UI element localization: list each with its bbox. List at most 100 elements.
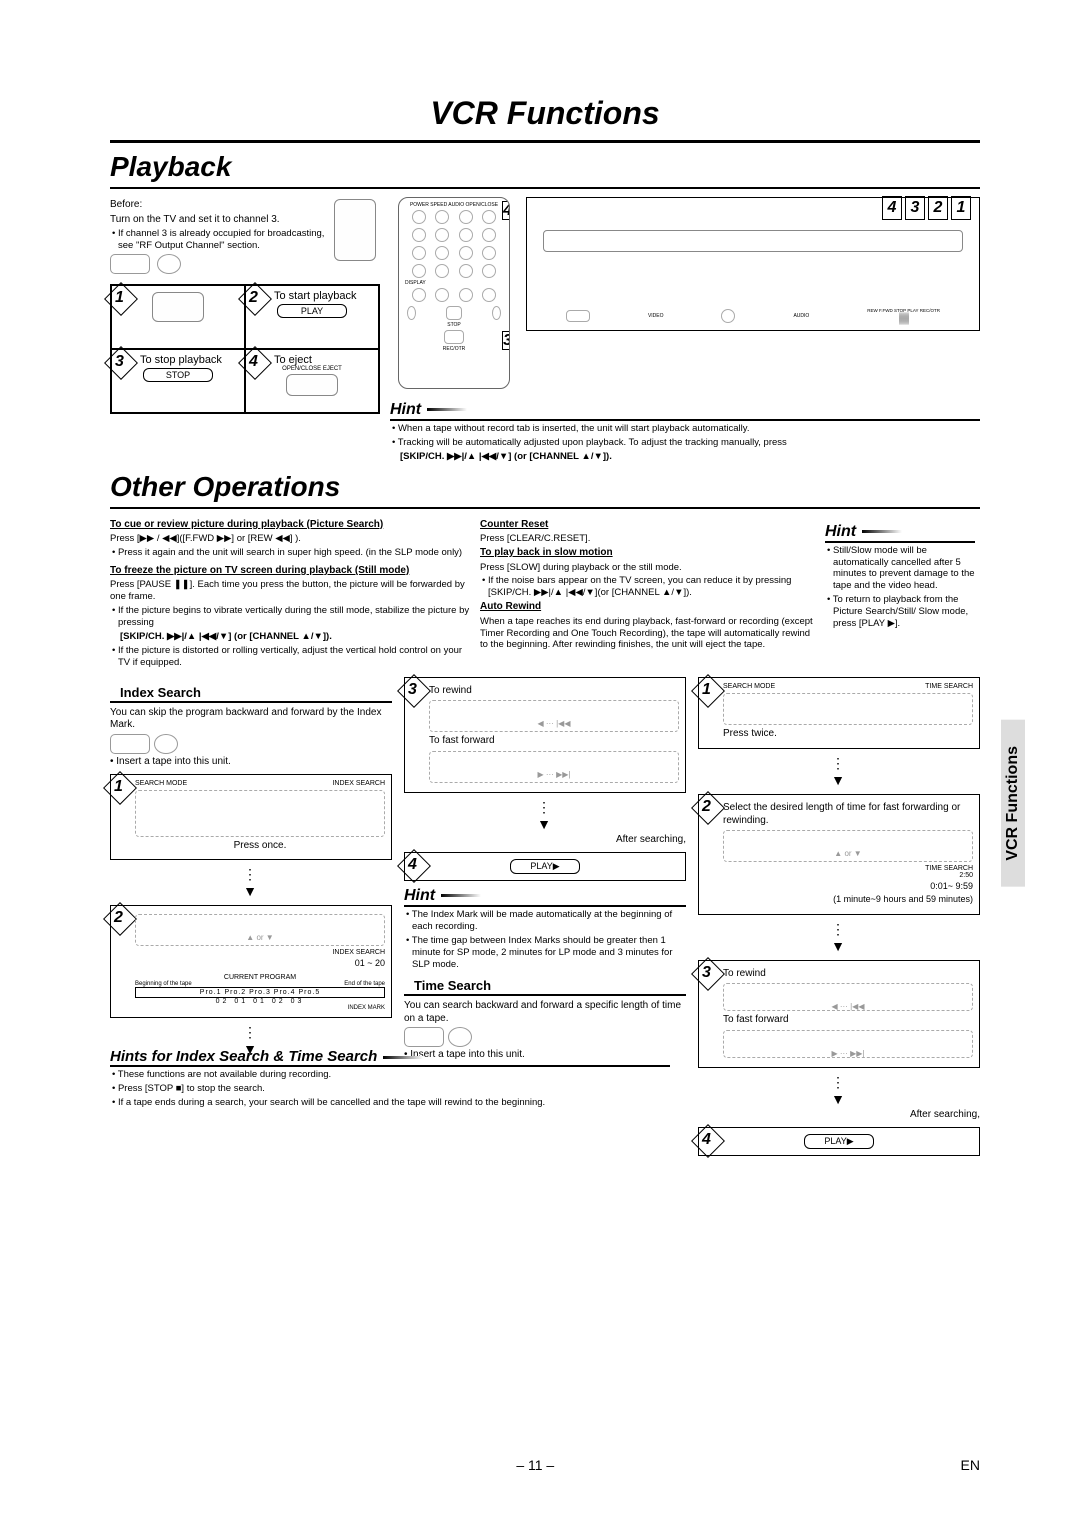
cue-l1: Press [▶▶ / ◀◀]([F.FWD ▶▶] or [REW ◀◀] )…	[110, 533, 470, 545]
unit-callout-2: 2	[928, 196, 948, 220]
audio-label: AUDIO	[793, 313, 809, 319]
time-search-heading: Time Search	[404, 978, 686, 996]
hint2-a: • Still/Slow mode will be automatically …	[825, 545, 975, 593]
stop-button-label: STOP	[143, 368, 213, 382]
freeze-l3: [SKIP/CH. ▶▶|/▲ |◀◀/▼] (or [CHANNEL ▲/▼]…	[110, 631, 470, 643]
tape-end: End of the tape	[344, 981, 385, 987]
arrow-down-icon-5: ⋮▼	[698, 921, 980, 954]
tape-insert-icon	[152, 292, 204, 322]
hint2-title: Hint	[825, 523, 856, 540]
eject-label: OPEN/CLOSE EJECT	[252, 366, 372, 372]
arrow-down-icon-6: ⋮▼	[698, 1074, 980, 1107]
time-step-4: 4	[702, 1131, 711, 1149]
vcr-icon-round	[157, 254, 181, 274]
unit-callout-3: 3	[905, 196, 925, 220]
slow-l2: • If the noise bars appear on the TV scr…	[480, 575, 815, 599]
play-label: PLAY▶	[510, 859, 580, 874]
idx-step-1: 1	[114, 778, 123, 796]
program-nums: 02 01 01 02 03	[135, 998, 385, 1005]
time-l1: You can search backward and forward a sp…	[404, 1000, 686, 1025]
time-step-3: 3	[702, 964, 711, 982]
hint2-b: • To return to playback from the Picture…	[825, 594, 975, 630]
arrow-down-icon-3: ⋮▼	[404, 799, 686, 832]
index-mark-label: INDEX MARK	[135, 1005, 385, 1011]
remote-control-icon: POWER SPEED AUDIO OPEN/CLOSE DISPLAY STO…	[398, 197, 510, 389]
to-rewind: To rewind	[429, 685, 679, 698]
video-label: VIDEO	[648, 313, 664, 319]
time-rewind: To rewind	[723, 968, 973, 981]
index-l1: You can skip the program backward and fo…	[110, 707, 392, 732]
search-button-icon-2	[723, 693, 973, 725]
counter-heading: Counter Reset	[480, 519, 815, 532]
bottom-hints-title: Hints for Index Search & Time Search	[110, 1048, 377, 1065]
idx-hint-title: Hint	[404, 887, 435, 904]
callout-4: 4	[502, 201, 510, 220]
time-range-note: (1 minute~9 hours and 59 minutes)	[723, 894, 973, 905]
press-twice: Press twice.	[723, 728, 973, 741]
hint1-b: • Tracking will be automatically adjuste…	[390, 437, 980, 449]
ff-icon: ▶ ··· ▶▶|	[429, 751, 679, 783]
tape-beginning: Beginning of the tape	[135, 981, 192, 987]
press-once: Press once.	[135, 840, 385, 853]
play-label-2: PLAY▶	[804, 1134, 874, 1149]
vcr-icon	[110, 254, 150, 274]
eject-icon	[286, 374, 338, 396]
vcr-icon-round-2	[154, 734, 178, 754]
index-l2: • Insert a tape into this unit.	[110, 756, 392, 769]
freeze-l1: Press [PAUSE ❚❚]. Each time you press th…	[110, 579, 470, 603]
other-ops-heading: Other Operations	[110, 471, 980, 503]
auto-l: When a tape reaches its end during playb…	[480, 616, 815, 652]
time-step-1: 1	[702, 681, 711, 699]
time-value: 2:50	[723, 872, 973, 879]
time-step2-text: Select the desired length of time for fa…	[723, 802, 973, 827]
time-after: After searching,	[698, 1109, 980, 1122]
cue-heading: To cue or review picture during playback…	[110, 519, 470, 532]
page-title: VCR Functions	[110, 95, 980, 132]
search-button-icon	[135, 790, 385, 837]
idx-hint-a: • The Index Mark will be made automatica…	[404, 909, 686, 933]
play-button-label: PLAY	[277, 304, 347, 318]
vcr-icon-round-3	[448, 1027, 472, 1047]
freeze-heading: To freeze the picture on TV screen durin…	[110, 565, 470, 578]
arrow-down-icon-4: ⋮▼	[698, 755, 980, 788]
time-l2: • Insert a tape into this unit.	[404, 1049, 686, 1062]
search-mode-label-2: SEARCH MODE	[723, 683, 775, 690]
freeze-l4: • If the picture is distorted or rolling…	[110, 645, 470, 669]
tv-icon	[334, 199, 376, 261]
step-4-text: To eject	[274, 354, 372, 366]
lang-label: EN	[961, 1457, 980, 1473]
page-number: – 11 –	[516, 1457, 554, 1473]
auto-heading: Auto Rewind	[480, 601, 815, 614]
index-search-heading: Index Search	[110, 685, 392, 703]
unit-callout-4: 4	[882, 196, 902, 220]
hint1-c: [SKIP/CH. ▶▶|/▲ |◀◀/▼] (or [CHANNEL ▲/▼]…	[390, 451, 980, 463]
ff-icon-2: ▶ ··· ▶▶|	[723, 1030, 973, 1058]
vcr-icon-3	[404, 1027, 444, 1047]
time-ff: To fast forward	[723, 1014, 973, 1027]
counter-l: Press [CLEAR/C.RESET].	[480, 533, 815, 545]
idx-step-3: 3	[408, 681, 417, 699]
idx-step-4: 4	[408, 856, 417, 874]
index-range: 01 ~ 20	[135, 958, 385, 968]
step-2-num: 2	[249, 289, 258, 307]
index-search-display-2: INDEX SEARCH	[135, 949, 385, 956]
playback-heading: Playback	[110, 151, 980, 183]
before-note: • If channel 3 is already occupied for b…	[110, 228, 330, 252]
arrow-down-icon: ⋮▼	[110, 866, 392, 899]
program-row: Pro.1 Pro.2 Pro.3 Pro.4 Pro.5	[135, 987, 385, 998]
callout-3: 3	[502, 331, 510, 350]
slow-l1: Press [SLOW] during playback or the stil…	[480, 562, 815, 574]
to-ff: To fast forward	[429, 735, 679, 748]
before-label: Before:	[110, 199, 330, 212]
ch-buttons-icon-2: ▲ or ▼	[723, 830, 973, 862]
vcr-unit-icon: 1 2 3 4 VIDEO AUDIO REW F.FWD STOP PLAY …	[526, 197, 980, 331]
time-step-2: 2	[702, 798, 711, 816]
idx-step-2: 2	[114, 909, 123, 927]
current-program: CURRENT PROGRAM	[135, 974, 385, 981]
remote-top-labels: POWER SPEED AUDIO OPEN/CLOSE	[399, 202, 509, 208]
after-searching: After searching,	[404, 834, 686, 847]
slow-heading: To play back in slow motion	[480, 547, 815, 560]
side-tab: VCR Functions	[1001, 720, 1025, 887]
rewind-icon-2: ◀ ··· |◀◀	[723, 983, 973, 1011]
step-3-text: To stop playback	[140, 354, 238, 366]
